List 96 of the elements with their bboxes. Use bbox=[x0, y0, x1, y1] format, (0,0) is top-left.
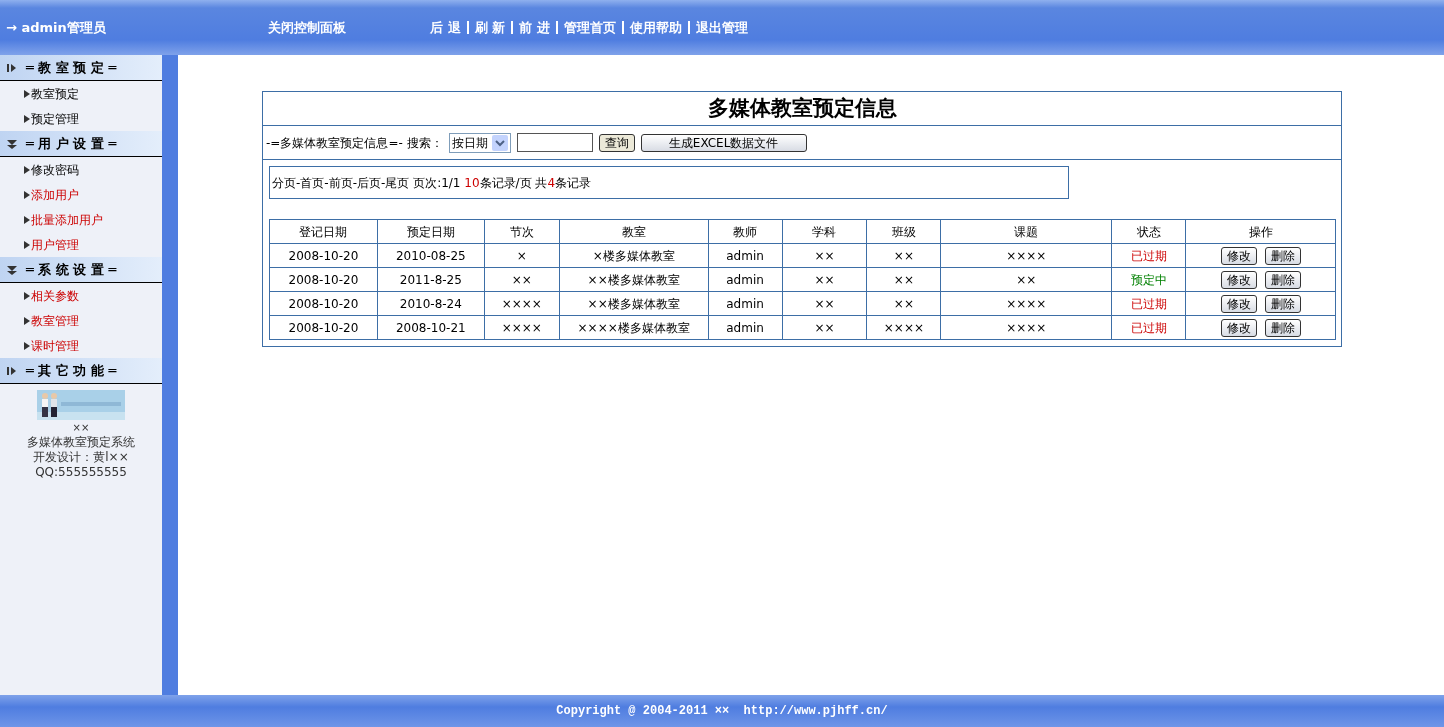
edit-button[interactable]: 修改 bbox=[1220, 294, 1257, 313]
info-text: QQ:555555555 bbox=[35, 465, 127, 480]
column-header: 登记日期 bbox=[269, 219, 378, 244]
search-label: -=多媒体教室预定信息=- 搜索： bbox=[266, 134, 443, 152]
table-cell: 2008-10-21 bbox=[377, 315, 485, 340]
delete-button[interactable]: 删除 bbox=[1264, 246, 1301, 265]
chevron-down-icon[interactable] bbox=[6, 264, 18, 275]
column-header: 操作 bbox=[1185, 219, 1336, 244]
triangle-icon bbox=[24, 114, 30, 123]
table-cell: ×× bbox=[866, 267, 941, 292]
nav-link[interactable]: 管理首页 bbox=[555, 21, 616, 34]
search-field[interactable] bbox=[516, 133, 593, 152]
table-cell: ×××× bbox=[866, 315, 941, 340]
table-cell: admin bbox=[708, 291, 782, 316]
triangle-icon bbox=[24, 190, 30, 199]
status-cell: 已过期 bbox=[1111, 291, 1186, 316]
table-cell: admin bbox=[708, 243, 782, 268]
sidebar-link[interactable]: 添加用户 bbox=[31, 185, 79, 204]
triangle-icon bbox=[24, 341, 30, 350]
delete-button[interactable]: 删除 bbox=[1264, 294, 1301, 313]
info-text: 多媒体教室预定系统 bbox=[27, 435, 135, 450]
sidebar-link[interactable]: 相关参数 bbox=[31, 286, 79, 305]
table-cell: ×× bbox=[782, 291, 867, 316]
table-cell: ×× bbox=[782, 267, 867, 292]
status-cell: 已过期 bbox=[1111, 243, 1186, 268]
table-cell: ×× bbox=[866, 243, 941, 268]
triangle-icon bbox=[24, 316, 30, 325]
edit-button[interactable]: 修改 bbox=[1220, 246, 1257, 265]
table-cell: ×× bbox=[484, 267, 560, 292]
chevron-right-icon[interactable] bbox=[6, 365, 18, 376]
table-cell: admin bbox=[708, 267, 782, 292]
pager-text: 分页-首页-前页-后页-尾页 页次:1/1 10条记录/页 共4条记录 bbox=[272, 174, 592, 192]
chevron-right-icon[interactable] bbox=[6, 62, 18, 73]
sidebar-link[interactable]: 教室预定 bbox=[31, 84, 79, 103]
table-cell: ×××× bbox=[940, 315, 1112, 340]
table-cell: ×××× bbox=[484, 291, 560, 316]
edit-button[interactable]: 修改 bbox=[1220, 318, 1257, 337]
column-header: 教师 bbox=[708, 219, 782, 244]
column-header: 状态 bbox=[1111, 219, 1186, 244]
table-cell: ××楼多媒体教室 bbox=[559, 267, 709, 292]
copyright-text: Copyright @ 2004-2011 ×× http://www.pjhff.cn/ bbox=[556, 703, 888, 720]
date-select[interactable]: 按日期 bbox=[448, 132, 511, 153]
triangle-icon bbox=[24, 291, 30, 300]
column-header: 教室 bbox=[559, 219, 709, 244]
export-excel-button[interactable]: 生成EXCEL数据文件 bbox=[640, 133, 807, 152]
table-cell: ×× bbox=[866, 291, 941, 316]
table-cell: ×× bbox=[940, 267, 1112, 292]
delete-button[interactable]: 删除 bbox=[1264, 270, 1301, 289]
nav-link[interactable]: 使用帮助 bbox=[621, 21, 682, 34]
edit-button[interactable]: 修改 bbox=[1220, 270, 1257, 289]
table-cell: ×××× bbox=[940, 243, 1112, 268]
table-cell: 2008-10-20 bbox=[269, 267, 378, 292]
table-cell: 2010-08-25 bbox=[377, 243, 485, 268]
sidebar-link[interactable]: 课时管理 bbox=[31, 336, 79, 355]
table-cell: ××××楼多媒体教室 bbox=[559, 315, 709, 340]
sidebar-link[interactable]: 预定管理 bbox=[31, 109, 79, 128]
sidebar-link[interactable]: 教室管理 bbox=[31, 311, 79, 330]
table-cell: ×× bbox=[782, 243, 867, 268]
nav-link[interactable]: 退出管理 bbox=[687, 21, 748, 34]
nav-link[interactable]: 刷 新 bbox=[466, 21, 506, 34]
table-cell: 2008-10-20 bbox=[269, 243, 378, 268]
column-header: 学科 bbox=[782, 219, 867, 244]
table-cell: 2008-10-20 bbox=[269, 291, 378, 316]
sidebar-link[interactable]: 修改密码 bbox=[31, 160, 79, 179]
status-cell: 已过期 bbox=[1111, 315, 1186, 340]
table-cell: ×××× bbox=[940, 291, 1112, 316]
triangle-icon bbox=[24, 165, 30, 174]
chevron-down-icon[interactable] bbox=[6, 138, 18, 149]
table-cell: 2011-8-25 bbox=[377, 267, 485, 292]
table-cell: ×楼多媒体教室 bbox=[559, 243, 709, 268]
table-cell: ××楼多媒体教室 bbox=[559, 291, 709, 316]
table-cell: × bbox=[484, 243, 560, 268]
nav-link[interactable]: 前 进 bbox=[511, 21, 550, 34]
table-cell: 2010-8-24 bbox=[377, 291, 485, 316]
column-header: 班级 bbox=[866, 219, 941, 244]
query-button[interactable]: 查询 bbox=[598, 133, 635, 152]
table-cell: admin bbox=[708, 315, 782, 340]
table-cell: ×××× bbox=[484, 315, 560, 340]
nav-link[interactable]: 后 退 bbox=[430, 17, 461, 38]
column-header: 预定日期 bbox=[377, 219, 485, 244]
info-text: 开发设计：黄l×× bbox=[33, 450, 129, 465]
delete-button[interactable]: 删除 bbox=[1264, 318, 1301, 337]
page-title: 多媒体教室预定信息 bbox=[707, 94, 897, 122]
table-cell: ×× bbox=[782, 315, 867, 340]
triangle-icon bbox=[24, 215, 30, 224]
table-cell: 2008-10-20 bbox=[269, 315, 378, 340]
admin-user-label: → admin管理员 bbox=[6, 18, 107, 37]
info-text: ×× bbox=[72, 421, 90, 435]
column-header: 课题 bbox=[940, 219, 1112, 244]
sidebar-link[interactable]: 批量添加用户 bbox=[31, 210, 103, 229]
column-header: 节次 bbox=[484, 219, 560, 244]
status-cell: 预定中 bbox=[1111, 267, 1186, 292]
triangle-icon bbox=[24, 89, 30, 98]
triangle-icon bbox=[24, 240, 30, 249]
sidebar-link[interactable]: 用户管理 bbox=[31, 235, 79, 254]
close-panel-link[interactable]: 关闭控制面板 bbox=[268, 17, 428, 38]
